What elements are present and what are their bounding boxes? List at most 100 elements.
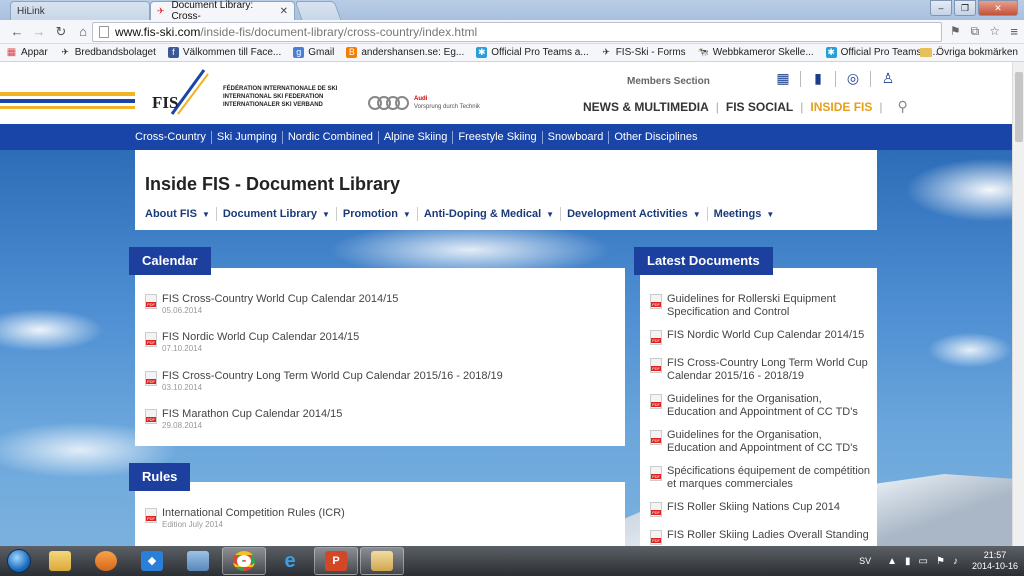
discipline-alpine-skiing[interactable]: Alpine Skiing (379, 131, 453, 143)
list-item[interactable]: Guidelines for the Organisation, Educati… (650, 429, 870, 455)
bookmark-andershansen[interactable]: B andershansen.se: Eg... (346, 47, 464, 58)
list-item[interactable]: International Competition Rules (ICR) Ed… (145, 507, 345, 530)
bookmark-webbkameror[interactable]: 🐄 Webbkameror Skelle... (698, 47, 814, 58)
bookmark-label: Gmail (308, 47, 335, 58)
document-title: Spécifications équipement de compétition… (667, 465, 871, 490)
document-title: FIS Cross-Country World Cup Calendar 201… (162, 293, 399, 305)
other-bookmarks[interactable]: Övriga bokmärken (920, 47, 1018, 58)
list-item[interactable]: FIS Cross-Country Long Term World Cup Ca… (650, 357, 870, 383)
nav-fis-social[interactable]: FIS SOCIAL (726, 100, 793, 114)
statistics-icon[interactable]: ▮ (809, 70, 827, 88)
list-item[interactable]: FIS Roller Skiing Ladies Overall Standin… (650, 529, 870, 545)
forward-icon[interactable]: → (28, 24, 50, 39)
discipline-cross-country[interactable]: Cross-Country (130, 131, 211, 143)
pdf-icon (145, 294, 157, 309)
subnav-document-library[interactable]: Document Library ▼ (223, 208, 330, 220)
clock[interactable]: 21:57 2014-10-16 (972, 550, 1018, 572)
show-hidden-icons-icon[interactable]: ▲ (887, 556, 897, 567)
bookmark-apps[interactable]: ▦ Appar (6, 47, 48, 58)
minimize-button[interactable]: – (930, 0, 952, 16)
start-button[interactable] (0, 547, 38, 575)
taskbar-folder[interactable] (360, 547, 404, 575)
bookmark-fis-forms[interactable]: ✈ FIS-Ski - Forms (601, 47, 685, 58)
web-page: FIS FÉDÉRATION INTERNATIONALE DE SKI INT… (0, 62, 1012, 546)
sponsor-logo[interactable]: Audi Vorsprung durch Technik (368, 95, 480, 111)
extension-icon[interactable]: ⚑ (950, 24, 961, 39)
bookmark-pro-teams[interactable]: ✱ Official Pro Teams a... (476, 47, 589, 58)
translate-icon[interactable]: ⧉ (971, 24, 980, 39)
subnav-label: Meetings (713, 208, 762, 220)
bookmark-gmail[interactable]: g Gmail (293, 47, 334, 58)
taskbar-dropbox[interactable]: ◆ (130, 547, 174, 575)
bookmark-facebook[interactable]: f Välkommen till Face... (167, 47, 281, 58)
subnav-meetings[interactable]: Meetings ▼ (714, 208, 775, 220)
list-item[interactable]: Guidelines for Rollerski Equipment Speci… (650, 293, 870, 319)
blogger-icon: B (346, 47, 358, 58)
fis-logo[interactable]: FIS (152, 68, 212, 118)
language-indicator[interactable]: SV (859, 556, 871, 566)
taskbar-chrome[interactable] (222, 547, 266, 575)
clock-date: 2014-10-16 (971, 561, 1018, 571)
user-icon[interactable]: ♙ (879, 70, 897, 88)
maximize-button[interactable]: ❐ (954, 0, 976, 16)
bookmark-bredbandsbolaget[interactable]: ✈ Bredbandsbolaget (60, 47, 155, 58)
pdf-icon (650, 430, 662, 445)
medal-icon[interactable]: ◎ (844, 70, 862, 88)
list-item[interactable]: Spécifications équipement de compétition… (650, 465, 870, 491)
volume-icon[interactable]: ♪ (953, 556, 958, 567)
close-tab-icon[interactable]: ✕ (280, 6, 288, 17)
list-item[interactable]: FIS Nordic World Cup Calendar 2014/15 07… (145, 331, 359, 354)
discipline-freestyle-skiing[interactable]: Freestyle Skiing (453, 131, 541, 143)
tab-document-library[interactable]: ✈ Document Library: Cross- ✕ (150, 0, 295, 22)
subnav-anti-doping[interactable]: Anti-Doping & Medical ▼ (424, 208, 554, 220)
taskbar-explorer[interactable] (38, 547, 82, 575)
list-item[interactable]: FIS Cross-Country Long Term World Cup Ca… (145, 370, 503, 393)
list-item[interactable]: FIS Nordic World Cup Calendar 2014/15 (650, 329, 870, 345)
calendar-icon[interactable]: ▦ (774, 70, 792, 88)
discipline-snowboard[interactable]: Snowboard (543, 131, 609, 143)
discipline-nordic-combined[interactable]: Nordic Combined (283, 131, 378, 143)
taskbar-powerpoint[interactable]: P (314, 547, 358, 575)
subnav-label: About FIS (145, 208, 197, 220)
discipline-ski-jumping[interactable]: Ski Jumping (212, 131, 282, 143)
address-bar[interactable]: www.fis-ski.com/inside-fis/document-libr… (92, 22, 942, 42)
fis-icon: ✈ (602, 47, 610, 57)
nav-news-multimedia[interactable]: NEWS & MULTIMEDIA (583, 100, 709, 114)
members-section-link[interactable]: Members Section (627, 76, 710, 87)
reload-icon[interactable]: ↻ (50, 24, 72, 40)
menu-icon[interactable]: ≡ (1010, 24, 1018, 39)
document-date: 03.10.2014 (162, 383, 203, 392)
site-icon: ✱ (476, 47, 488, 58)
explorer-icon (49, 551, 71, 571)
battery-icon[interactable]: ▮ (905, 556, 911, 567)
close-window-button[interactable]: ✕ (978, 0, 1018, 16)
subnav-development[interactable]: Development Activities ▼ (567, 208, 701, 220)
list-item[interactable]: Guidelines for the Organisation, Educati… (650, 393, 870, 419)
document-date: 07.10.2014 (162, 344, 203, 353)
back-icon[interactable]: ← (6, 24, 28, 39)
sub-nav: About FIS ▼ Document Library ▼ Promotion ▼ … (145, 207, 774, 221)
list-item[interactable]: FIS Cross-Country World Cup Calendar 201… (145, 293, 398, 316)
sponsor-brand: Audi (414, 96, 428, 102)
list-item[interactable]: FIS Marathon Cup Calendar 2014/15 29.08.… (145, 408, 342, 431)
latest-documents-heading: Latest Documents (634, 247, 773, 275)
home-icon[interactable]: ⌂ (72, 24, 94, 39)
tab-hilink[interactable]: HiLink (10, 1, 150, 20)
list-item[interactable]: FIS Roller Skiing Nations Cup 2014 (650, 501, 870, 517)
taskbar-app[interactable] (176, 547, 220, 575)
scrollbar-thumb[interactable] (1015, 72, 1023, 142)
flag-icon[interactable]: ⚑ (936, 556, 945, 567)
search-icon[interactable]: ⚲ (898, 98, 908, 115)
document-title: FIS Nordic World Cup Calendar 2014/15 (667, 329, 865, 341)
taskbar-media-player[interactable] (84, 547, 128, 575)
nav-inside-fis[interactable]: INSIDE FIS (810, 100, 872, 114)
network-icon[interactable]: ▭ (919, 556, 928, 567)
page-scrollbar[interactable] (1012, 62, 1024, 546)
taskbar-ie[interactable]: e (268, 547, 312, 575)
new-tab-button[interactable] (294, 1, 342, 20)
site-header: FIS FÉDÉRATION INTERNATIONALE DE SKI INT… (0, 62, 1012, 124)
subnav-promotion[interactable]: Promotion ▼ (343, 208, 411, 220)
bookmark-star-icon[interactable]: ☆ (989, 24, 1000, 39)
discipline-other[interactable]: Other Disciplines (609, 131, 702, 143)
subnav-about-fis[interactable]: About FIS ▼ (145, 208, 210, 220)
